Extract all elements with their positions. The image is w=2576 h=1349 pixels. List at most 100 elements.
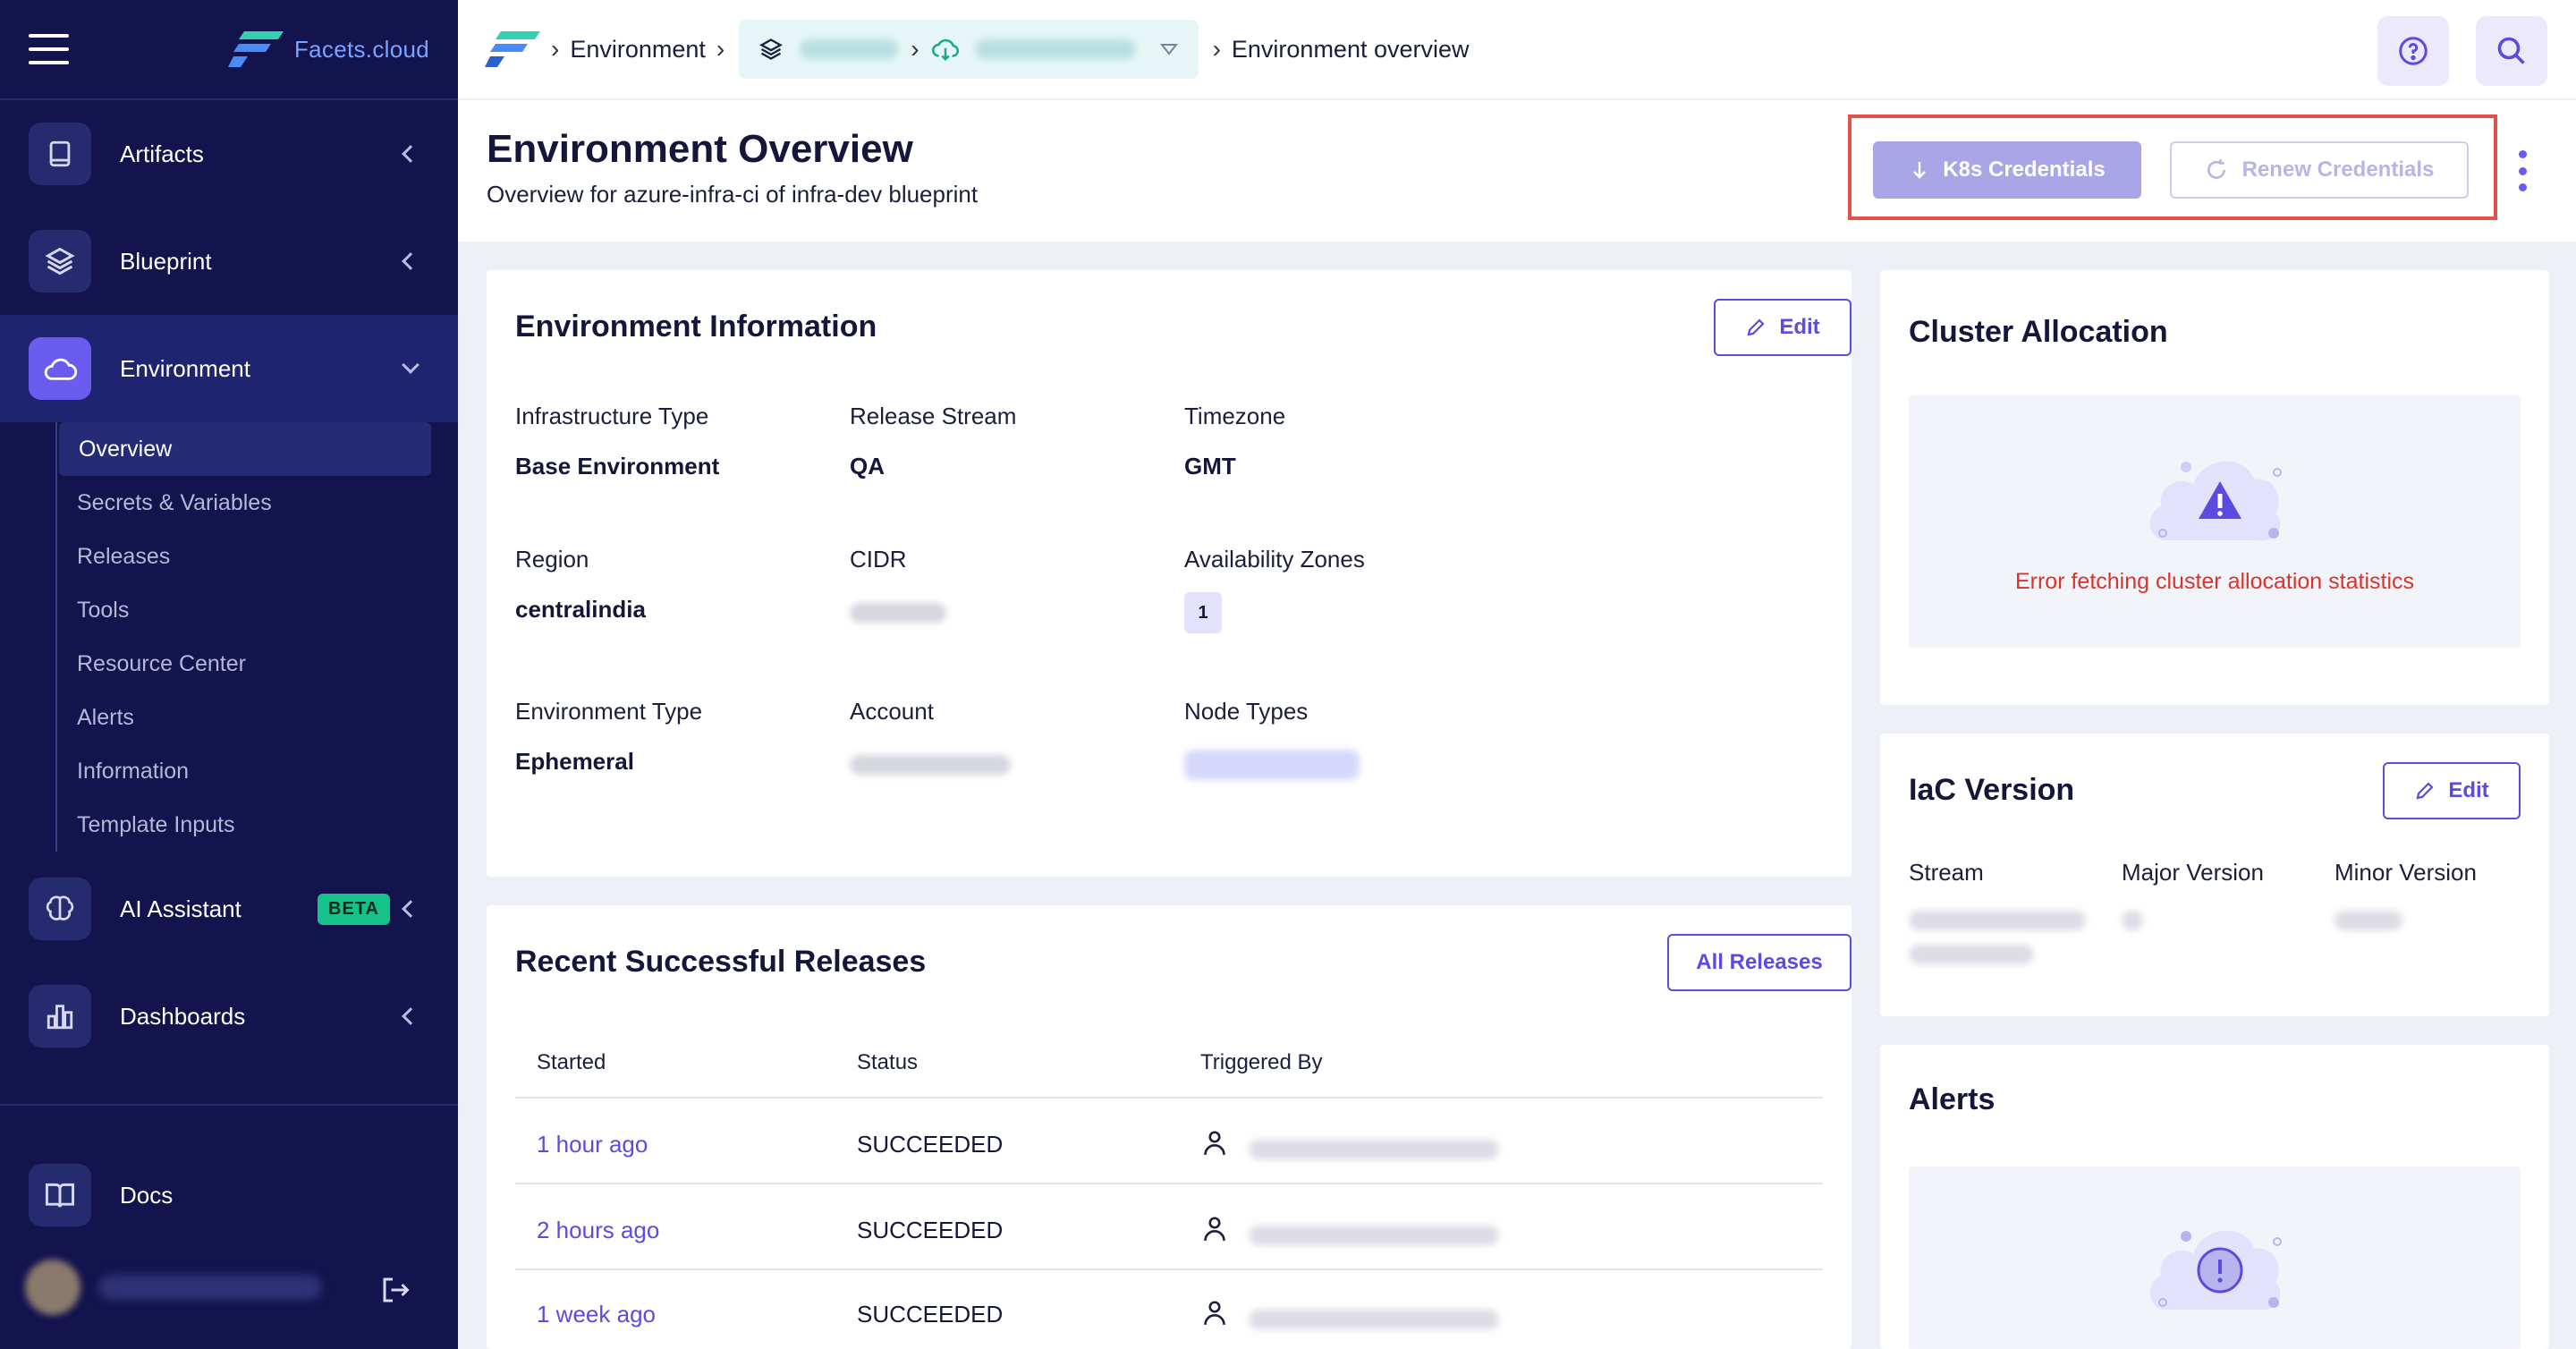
subnav-item-template-inputs[interactable]: Template Inputs bbox=[57, 798, 431, 852]
nav-label: AI Assistant bbox=[120, 895, 242, 922]
triggered-by-redacted bbox=[1249, 1226, 1499, 1245]
search-button[interactable] bbox=[2476, 16, 2547, 86]
subnav-item-resource-center[interactable]: Resource Center bbox=[57, 637, 431, 691]
user-profile[interactable] bbox=[25, 1260, 322, 1315]
help-circle-icon bbox=[2399, 37, 2428, 65]
release-status: SUCCEEDED bbox=[857, 1131, 1004, 1158]
beta-badge: BETA bbox=[318, 893, 390, 925]
book-icon bbox=[29, 123, 91, 185]
release-started-link[interactable]: 1 week ago bbox=[537, 1301, 656, 1328]
timezone-label: Timezone bbox=[1184, 403, 1286, 429]
facets-logo-icon bbox=[227, 31, 284, 67]
page-title: Environment Overview bbox=[487, 127, 913, 171]
user-icon bbox=[1204, 1301, 1225, 1325]
nav-label: Blueprint bbox=[120, 247, 212, 275]
nav-item-dashboards[interactable]: Dashboards bbox=[0, 963, 458, 1070]
subnav-item-secrets[interactable]: Secrets & Variables bbox=[57, 476, 431, 530]
facets-logo-icon[interactable] bbox=[485, 31, 540, 67]
cloud-download-icon bbox=[931, 38, 959, 62]
subnav-item-information[interactable]: Information bbox=[57, 744, 431, 798]
page-subtitle: Overview for azure-infra-ci of infra-dev… bbox=[487, 181, 979, 208]
sidebar: Facets.cloud Artifacts Blueprint Environ… bbox=[0, 0, 458, 1349]
card-title: IaC Version bbox=[1909, 773, 2075, 807]
column-header-triggered-by: Triggered By bbox=[1200, 1050, 1323, 1074]
node-types-label: Node Types bbox=[1184, 698, 1309, 725]
card-title: Environment Information bbox=[515, 310, 877, 344]
breadcrumb-current: Environment overview bbox=[1231, 35, 1470, 63]
more-options-icon[interactable] bbox=[2517, 150, 2528, 191]
stream-label: Stream bbox=[1909, 859, 1984, 886]
edit-label: Edit bbox=[2448, 778, 2489, 802]
chevron-left-icon bbox=[402, 900, 419, 918]
breadcrumb-context-selector[interactable]: › bbox=[739, 20, 1199, 79]
chevron-right-icon: › bbox=[551, 35, 560, 63]
sidebar-divider bbox=[0, 1104, 458, 1106]
download-arrow-icon bbox=[1913, 162, 1927, 179]
bar-chart-icon bbox=[29, 985, 91, 1048]
infra-type-label: Infrastructure Type bbox=[515, 403, 709, 429]
node-types-redacted bbox=[1184, 750, 1360, 780]
release-status: SUCCEEDED bbox=[857, 1301, 1004, 1328]
major-version-label: Major Version bbox=[2122, 859, 2264, 886]
renew-credentials-label: Renew Credentials bbox=[2241, 157, 2435, 182]
brain-icon bbox=[29, 878, 91, 940]
nav-label: Environment bbox=[120, 354, 250, 382]
renew-credentials-button[interactable]: Renew Credentials bbox=[2170, 141, 2469, 199]
alert-cloud-icon bbox=[2149, 1230, 2282, 1311]
environment-type-label: Environment Type bbox=[515, 698, 703, 725]
nav-label: Artifacts bbox=[120, 140, 204, 167]
card-title: Alerts bbox=[1909, 1082, 1996, 1116]
edit-iac-button[interactable]: Edit bbox=[2383, 762, 2521, 819]
chevron-right-icon: › bbox=[1212, 35, 1221, 63]
subnav-item-overview[interactable]: Overview bbox=[59, 422, 431, 476]
hamburger-menu-icon[interactable] bbox=[29, 34, 69, 64]
alerts-card: Alerts bbox=[1880, 1045, 2549, 1349]
table-divider bbox=[515, 1268, 1823, 1270]
nav-item-blueprint[interactable]: Blueprint bbox=[0, 208, 458, 315]
page-header: Environment Overview Overview for azure-… bbox=[458, 100, 2576, 242]
nav-item-docs[interactable]: Docs bbox=[0, 1141, 458, 1249]
all-releases-button[interactable]: All Releases bbox=[1667, 934, 1852, 991]
pencil-icon bbox=[2416, 782, 2434, 800]
release-status: SUCCEEDED bbox=[857, 1217, 1004, 1243]
brand-logo[interactable]: Facets.cloud bbox=[227, 31, 429, 67]
help-button[interactable] bbox=[2377, 16, 2449, 86]
layers-icon bbox=[759, 38, 784, 60]
avatar bbox=[25, 1260, 80, 1315]
blueprint-name-redacted bbox=[800, 39, 899, 59]
chevron-left-icon bbox=[402, 145, 419, 163]
nav-item-environment[interactable]: Environment bbox=[0, 315, 458, 422]
chevron-left-icon bbox=[402, 252, 419, 270]
refresh-icon bbox=[2207, 159, 2225, 179]
k8s-credentials-button[interactable]: K8s Credentials bbox=[1873, 141, 2141, 199]
nav-item-ai-assistant[interactable]: AI Assistant BETA bbox=[0, 855, 458, 963]
main-content: Environment Information Edit Infrastruct… bbox=[458, 242, 2576, 1349]
release-started-link[interactable]: 2 hours ago bbox=[537, 1217, 659, 1244]
minor-version-label: Minor Version bbox=[2334, 859, 2477, 886]
edit-environment-button[interactable]: Edit bbox=[1714, 299, 1852, 356]
subnav-item-alerts[interactable]: Alerts bbox=[57, 691, 431, 744]
cidr-label: CIDR bbox=[850, 546, 907, 573]
recent-releases-card: Recent Successful Releases All Releases … bbox=[487, 905, 1852, 1349]
account-label: Account bbox=[850, 698, 934, 725]
availability-zone-chip: 1 bbox=[1184, 592, 1222, 633]
subnav-item-tools[interactable]: Tools bbox=[57, 583, 431, 637]
chevron-right-icon: › bbox=[911, 35, 919, 63]
breadcrumb-environment[interactable]: Environment bbox=[570, 36, 706, 64]
nav-item-artifacts[interactable]: Artifacts bbox=[0, 100, 458, 208]
stream-value-redacted bbox=[1909, 911, 2086, 930]
cidr-value-redacted bbox=[850, 603, 946, 623]
cloud-icon bbox=[29, 337, 91, 400]
subnav-item-releases[interactable]: Releases bbox=[57, 530, 431, 583]
user-icon bbox=[1204, 1217, 1225, 1241]
release-stream-value: QA bbox=[850, 453, 885, 479]
logout-icon[interactable] bbox=[379, 1274, 411, 1311]
table-divider bbox=[515, 1183, 1823, 1184]
infra-type-value: Base Environment bbox=[515, 453, 720, 479]
layers-icon bbox=[29, 230, 91, 293]
region-value: centralindia bbox=[515, 596, 646, 623]
release-started-link[interactable]: 1 hour ago bbox=[537, 1131, 648, 1158]
major-version-redacted bbox=[2122, 911, 2143, 930]
chevron-down-icon bbox=[1159, 44, 1178, 55]
account-value-redacted bbox=[850, 755, 1011, 775]
